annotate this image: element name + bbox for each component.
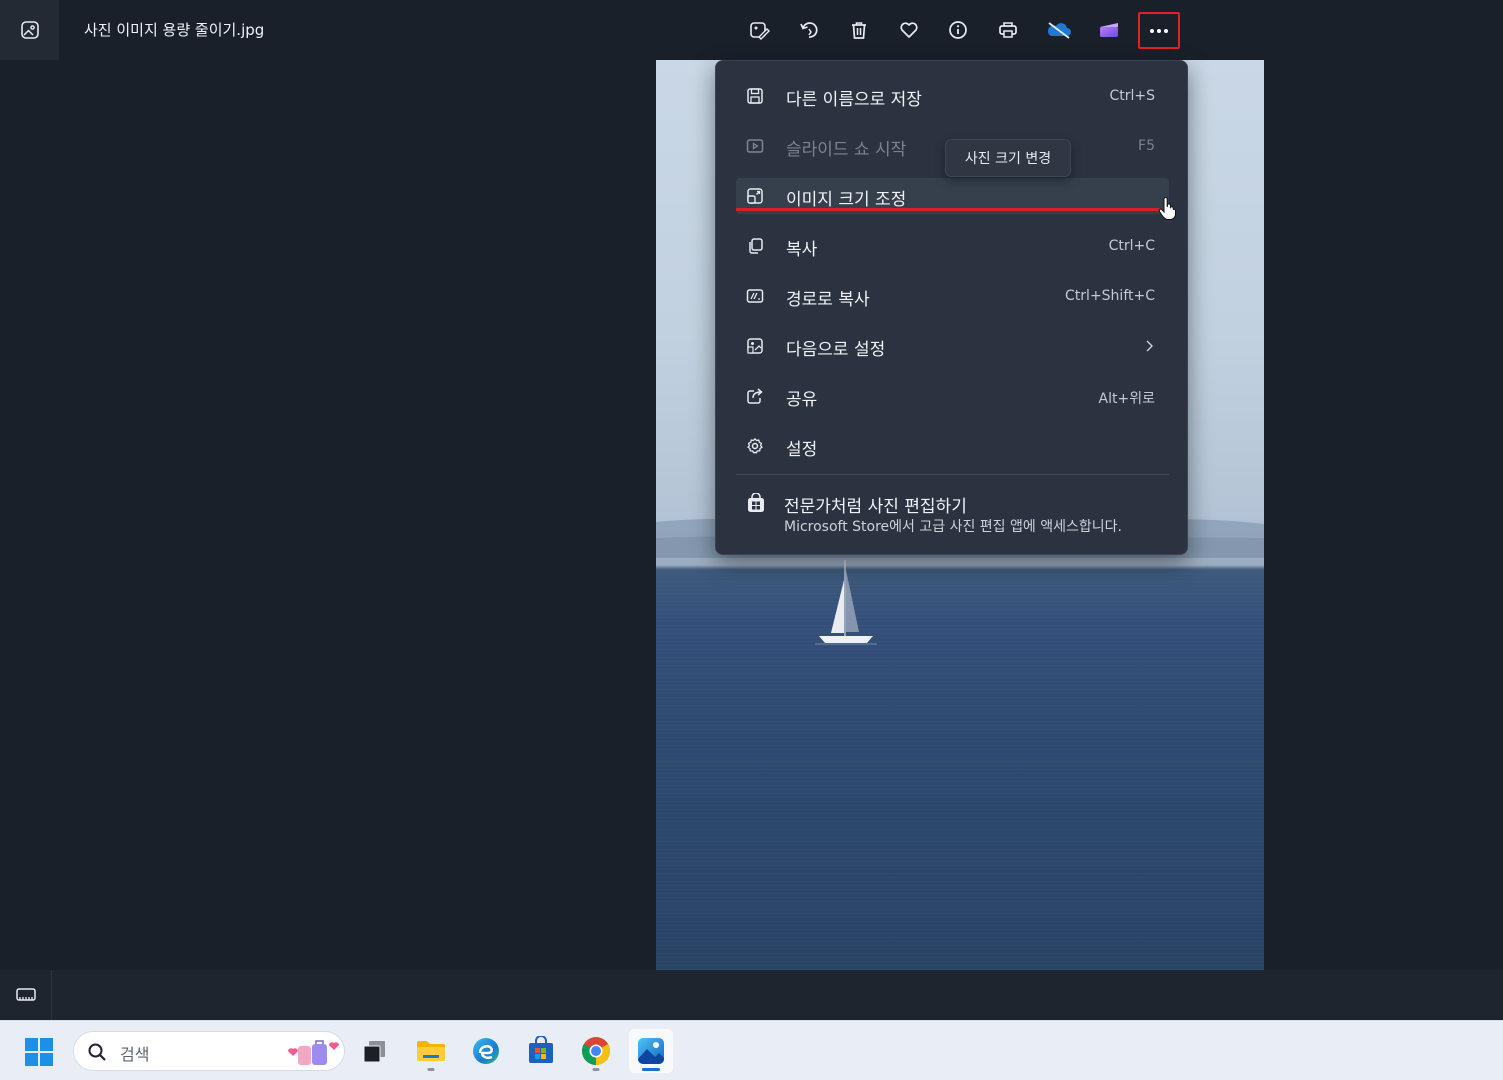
folder-icon — [417, 1041, 445, 1061]
active-app-indicator — [642, 1068, 660, 1071]
sea-surface — [656, 552, 1264, 970]
menu-item-label: 복사 — [786, 240, 818, 260]
menu-item-label: 슬라이드 쇼 시작 — [786, 140, 907, 160]
printer-icon — [999, 22, 1017, 38]
menu-item-label: 다음으로 설정 — [786, 340, 886, 360]
copy-path-icon — [746, 289, 764, 303]
windows-start-icon[interactable] — [22, 1035, 56, 1069]
menu-item-label: 설정 — [786, 440, 818, 460]
running-indicator — [592, 1068, 600, 1071]
windows-taskbar: 검색 — [0, 1020, 1503, 1080]
more-options-menu: 다른 이름으로 저장 Ctrl+S 슬라이드 쇼 시작 F5 이미지 크기 조정 — [715, 60, 1188, 555]
menu-item-copy[interactable]: 복사 Ctrl+C — [736, 228, 1169, 264]
search-icon — [88, 1043, 106, 1061]
menu-item-copy-path[interactable]: 경로로 복사 Ctrl+Shift+C — [736, 278, 1169, 314]
menu-separator — [736, 474, 1169, 475]
app-icon-button[interactable] — [0, 0, 59, 60]
menu-item-settings[interactable]: 설정 — [736, 428, 1169, 464]
copy-icon — [749, 238, 763, 254]
menu-item-shortcut: Ctrl+C — [1108, 238, 1155, 254]
menu-item-shortcut: Alt+위로 — [1098, 391, 1155, 407]
onedrive-cloud-icon — [1047, 22, 1071, 39]
clipchamp-icon — [1100, 23, 1118, 37]
menu-item-shortcut: Ctrl+Shift+C — [1065, 288, 1155, 304]
running-indicator — [427, 1068, 435, 1071]
menu-item-share[interactable]: 공유 Alt+위로 — [736, 378, 1169, 414]
file-name-title: 사진 이미지 용량 줄이기.jpg — [84, 21, 265, 39]
settings-gear-icon — [747, 438, 763, 454]
store-bag-icon — [748, 493, 764, 512]
taskbar-task-view[interactable] — [353, 1029, 397, 1073]
menu-item-shortcut: F5 — [1138, 138, 1155, 154]
favorite-button[interactable] — [889, 12, 929, 48]
tooltip: 사진 크기 변경 — [945, 139, 1071, 177]
sailboat — [815, 560, 877, 645]
ellipsis-icon — [1150, 28, 1168, 33]
menu-item-save-as[interactable]: 다른 이름으로 저장 Ctrl+S — [736, 78, 1169, 114]
photos-app-window: 사진 이미지 용량 줄이기.jpg 다른 이름으로 저장 Ctrl+S 슬라이드… — [0, 0, 1503, 1020]
taskbar-file-explorer[interactable] — [409, 1029, 453, 1073]
save-icon — [747, 88, 763, 104]
search-placeholder: 검색 — [120, 1045, 150, 1064]
filmstrip-toggle-button[interactable] — [0, 970, 52, 1020]
task-view-icon — [363, 1041, 385, 1063]
edge-browser-icon — [473, 1038, 499, 1064]
info-icon — [949, 21, 967, 39]
menu-item-shortcut: Ctrl+S — [1109, 88, 1155, 104]
taskbar-microsoft-store[interactable] — [519, 1029, 563, 1073]
photos-app-taskbar-icon — [638, 1038, 664, 1064]
heart-icon — [900, 22, 918, 38]
taskbar-photos[interactable] — [629, 1029, 673, 1073]
search-highlight-luggage-icon — [288, 1040, 339, 1065]
hand-cursor-icon — [1158, 197, 1176, 220]
filmstrip-icon — [15, 988, 36, 1001]
trash-icon — [852, 22, 866, 39]
menu-item-label: 다른 이름으로 저장 — [786, 90, 922, 110]
edit-image-button[interactable] — [739, 12, 779, 48]
onedrive-button[interactable] — [1039, 12, 1079, 48]
bottom-bar — [0, 970, 1503, 1020]
rotate-button[interactable] — [789, 12, 829, 48]
resize-image-icon — [747, 188, 763, 204]
menu-item-label: 공유 — [786, 390, 818, 410]
promo-description: Microsoft Store에서 고급 사진 편집 앱에 액세스합니다. — [784, 519, 1122, 535]
set-as-icon — [747, 338, 763, 354]
clipchamp-button[interactable] — [1089, 12, 1129, 48]
photos-app-icon — [20, 21, 39, 39]
taskbar-search-box[interactable]: 검색 — [73, 1031, 345, 1071]
store-icon — [529, 1036, 553, 1063]
highlight-underline — [736, 208, 1160, 211]
chrome-browser-icon — [582, 1037, 610, 1065]
title-bar: 사진 이미지 용량 줄이기.jpg — [0, 0, 1503, 60]
menu-item-label: 경로로 복사 — [786, 290, 870, 310]
more-options-button[interactable] — [1138, 12, 1180, 49]
promo-title: 전문가처럼 사진 편집하기 — [784, 497, 967, 517]
menu-item-set-as[interactable]: 다음으로 설정 — [736, 328, 1169, 364]
print-button[interactable] — [988, 12, 1028, 48]
delete-button[interactable] — [839, 12, 879, 48]
slideshow-icon — [746, 139, 764, 153]
share-icon — [747, 388, 763, 404]
file-info-button[interactable] — [938, 12, 978, 48]
menu-item-pro-editing-promo[interactable]: 전문가처럼 사진 편집하기 Microsoft Store에서 고급 사진 편집… — [736, 481, 1169, 543]
rotate-icon — [800, 22, 818, 38]
menu-item-label: 이미지 크기 조정 — [786, 190, 907, 210]
taskbar-edge[interactable] — [464, 1029, 508, 1073]
taskbar-chrome[interactable] — [574, 1029, 618, 1073]
edit-image-icon — [750, 22, 770, 40]
chevron-right-icon — [1146, 340, 1153, 352]
